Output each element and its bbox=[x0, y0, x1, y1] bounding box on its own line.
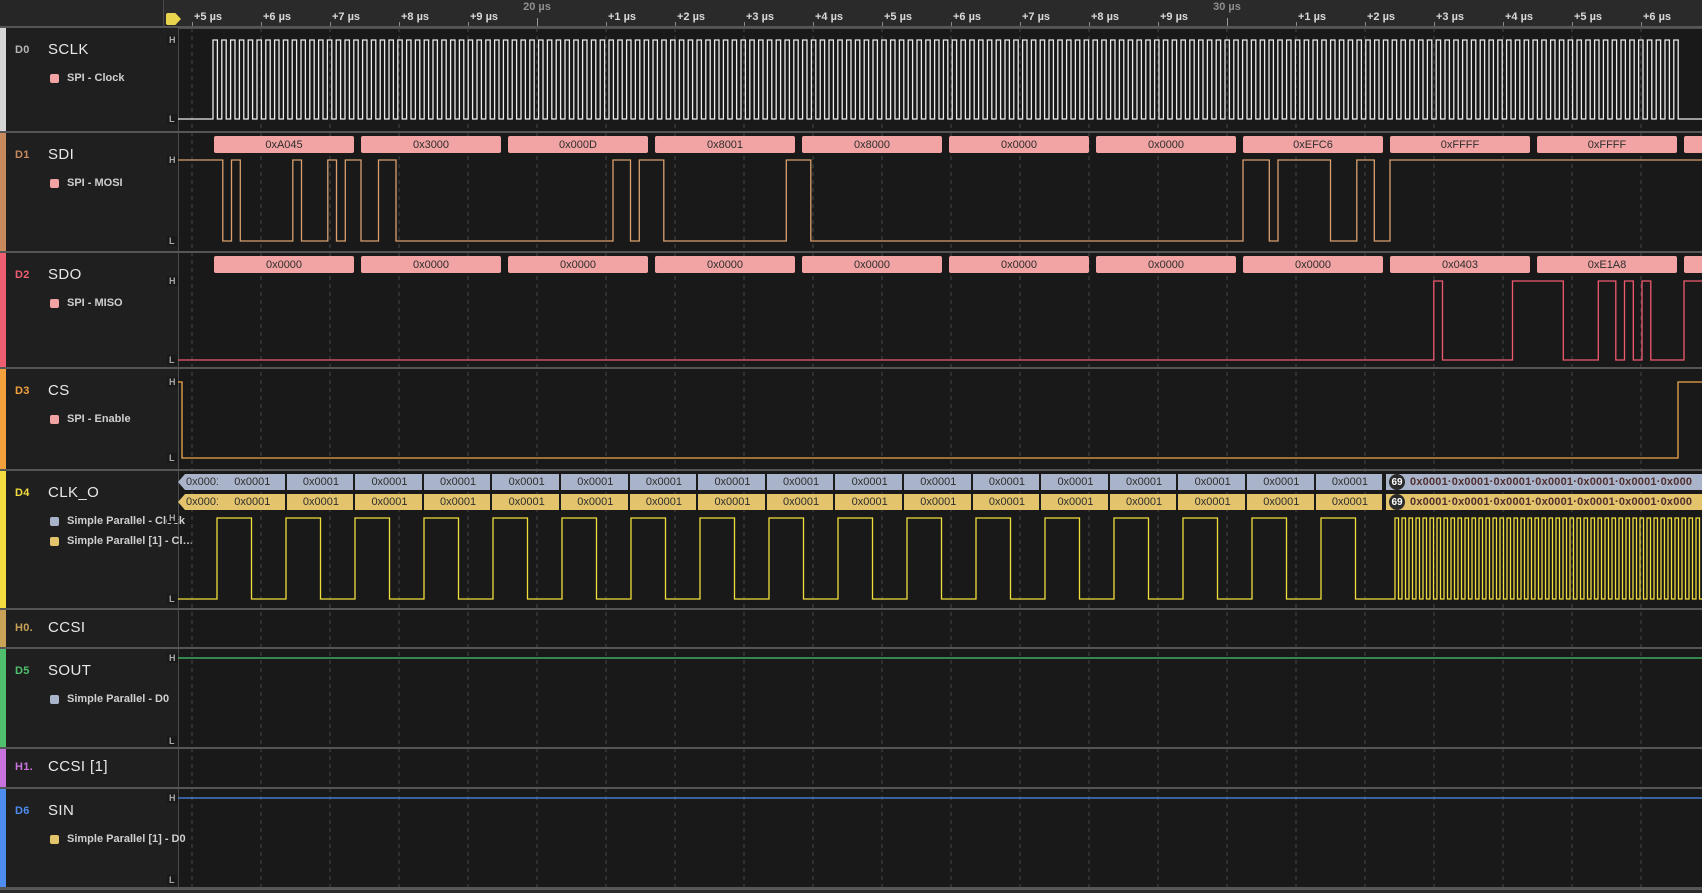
data-bubble[interactable]: 0x0001 bbox=[698, 474, 767, 490]
data-bubble[interactable]: 0x8001 bbox=[655, 136, 795, 153]
data-bubble[interactable]: 0xFFFF bbox=[1537, 136, 1677, 153]
data-bubble[interactable]: 0x0000 bbox=[1243, 256, 1383, 273]
high-level-mark: H bbox=[167, 155, 178, 165]
data-bubble[interactable]: 0x000D bbox=[508, 136, 648, 153]
high-level-mark: H bbox=[167, 276, 178, 286]
low-level-mark: L bbox=[167, 594, 177, 604]
high-level-mark: H bbox=[167, 377, 178, 387]
data-bubble[interactable]: 0x0000 bbox=[655, 256, 795, 273]
condensed-count-badge: 69 bbox=[1389, 494, 1405, 510]
data-bubble[interactable]: 0x0000 bbox=[508, 256, 648, 273]
data-bubble[interactable]: 0x0001 bbox=[355, 494, 424, 510]
data-bubble[interactable]: 0x0001 bbox=[561, 474, 630, 490]
row-separator bbox=[0, 887, 1702, 889]
data-bubble[interactable]: 0x0001 bbox=[630, 494, 699, 510]
data-bubble[interactable]: 0xE1A8 bbox=[1537, 256, 1677, 273]
condensed-count-badge: 69 bbox=[1389, 474, 1405, 490]
data-bubble[interactable]: 0xEFC6 bbox=[1243, 136, 1383, 153]
data-bubble[interactable]: 0x0001 bbox=[424, 474, 493, 490]
data-bubble[interactable]: 0xFFFF bbox=[1390, 136, 1530, 153]
condensed-values: 0x0001·0x0001·0x0001·0x0001·0x0001·0x000… bbox=[1410, 476, 1692, 488]
row-separator bbox=[0, 787, 1702, 789]
data-bubble[interactable]: 0x0000 bbox=[802, 256, 942, 273]
data-bubble[interactable]: 0x0001 bbox=[218, 474, 287, 490]
row-separator bbox=[0, 647, 1702, 649]
row-separator bbox=[0, 747, 1702, 749]
data-bubble[interactable]: 0x0001 bbox=[355, 474, 424, 490]
condensed-values: 0x0001·0x0001·0x0001·0x0001·0x0001·0x000… bbox=[1410, 496, 1692, 508]
data-bubble[interactable]: 0x0001 bbox=[1110, 474, 1179, 490]
row-separator bbox=[0, 608, 1702, 610]
data-bubble[interactable]: 0x0403 bbox=[1390, 256, 1530, 273]
high-level-mark: H bbox=[167, 793, 178, 803]
waveform-SCLK bbox=[178, 40, 1702, 119]
high-level-mark: H bbox=[167, 513, 178, 523]
data-bubble[interactable]: 0x0000 bbox=[1096, 136, 1236, 153]
low-level-mark: L bbox=[167, 453, 177, 463]
data-bubble[interactable]: 0x0001 bbox=[1041, 494, 1110, 510]
data-bubble[interactable]: 0x0001 bbox=[698, 494, 767, 510]
data-bubble[interactable]: 0x0001 bbox=[1316, 494, 1385, 510]
data-bubble[interactable]: 0x0001 bbox=[767, 494, 836, 510]
data-bubble[interactable]: 0x0001 bbox=[835, 494, 904, 510]
low-level-mark: L bbox=[167, 736, 177, 746]
data-bubble[interactable]: 0x3000 bbox=[361, 136, 501, 153]
data-bubble[interactable]: 0x0001 bbox=[1247, 474, 1316, 490]
data-bubble[interactable]: 0x0001 bbox=[904, 474, 973, 490]
data-bubble[interactable]: 0x0001 bbox=[904, 494, 973, 510]
row-separator bbox=[0, 26, 1702, 28]
data-bubble[interactable]: 0x0001 bbox=[561, 494, 630, 510]
data-bubble[interactable]: 0x0000 bbox=[1096, 256, 1236, 273]
data-bubble[interactable]: 0x0001 bbox=[287, 494, 356, 510]
data-bubble[interactable]: 0x0001 bbox=[1178, 474, 1247, 490]
data-bubble[interactable]: 0x0001 bbox=[1110, 494, 1179, 510]
data-bubble[interactable]: 0xA045 bbox=[214, 136, 354, 153]
data-bubble[interactable]: 0x0001 bbox=[973, 474, 1042, 490]
waveform-SDI bbox=[178, 160, 1702, 241]
low-level-mark: L bbox=[167, 236, 177, 246]
data-bubble[interactable]: 0x0000 bbox=[949, 136, 1089, 153]
data-bubble[interactable]: 0x8000 bbox=[802, 136, 942, 153]
condensed-bubbles[interactable]: 69 0x0001·0x0001·0x0001·0x0001·0x0001·0x0… bbox=[1386, 474, 1702, 490]
high-level-mark: H bbox=[167, 35, 178, 45]
low-level-mark: L bbox=[167, 875, 177, 885]
data-bubble[interactable]: 0x0001 bbox=[287, 474, 356, 490]
data-bubble[interactable]: 0x0000 bbox=[214, 256, 354, 273]
low-level-mark: L bbox=[167, 114, 177, 124]
data-bubble[interactable]: 0x0001 bbox=[767, 474, 836, 490]
data-bubble[interactable]: 0x0001 bbox=[492, 474, 561, 490]
low-level-mark: L bbox=[167, 355, 177, 365]
data-bubble[interactable]: 0x0001 bbox=[1178, 494, 1247, 510]
data-bubble[interactable]: 0x0001 bbox=[218, 494, 287, 510]
data-bubble[interactable]: 0x0001 bbox=[1247, 494, 1316, 510]
data-bubble[interactable]: 0x0000 bbox=[949, 256, 1089, 273]
condensed-bubbles[interactable]: 69 0x0001·0x0001·0x0001·0x0001·0x0001·0x0… bbox=[1386, 494, 1702, 510]
waveform-SDO bbox=[178, 281, 1702, 360]
high-level-mark: H bbox=[167, 653, 178, 663]
data-bubble[interactable]: 0x0001 bbox=[1316, 474, 1385, 490]
data-bubble-partial[interactable] bbox=[1684, 256, 1702, 273]
data-bubble[interactable]: 0x0001 bbox=[835, 474, 904, 490]
waveform-canvas[interactable] bbox=[0, 0, 1702, 893]
data-bubble[interactable]: 0x0001 bbox=[1041, 474, 1110, 490]
waveform-CLK_O bbox=[178, 518, 1702, 599]
data-bubble-partial[interactable] bbox=[1684, 136, 1702, 153]
row-separator bbox=[0, 251, 1702, 253]
data-bubble[interactable]: 0x0001 bbox=[424, 494, 493, 510]
data-bubble[interactable]: 0x0000 bbox=[361, 256, 501, 273]
row-separator bbox=[0, 367, 1702, 369]
data-bubble[interactable]: 0x0001 bbox=[630, 474, 699, 490]
logic-analyzer-capture-view: +5 µs+6 µs+7 µs+8 µs+9 µs20 µs+1 µs+2 µs… bbox=[0, 0, 1702, 893]
row-separator bbox=[0, 469, 1702, 471]
row-separator bbox=[0, 131, 1702, 133]
data-bubble[interactable]: 0x0001 bbox=[973, 494, 1042, 510]
data-bubble[interactable]: 0x0001 bbox=[492, 494, 561, 510]
waveform-CS bbox=[178, 382, 1702, 458]
